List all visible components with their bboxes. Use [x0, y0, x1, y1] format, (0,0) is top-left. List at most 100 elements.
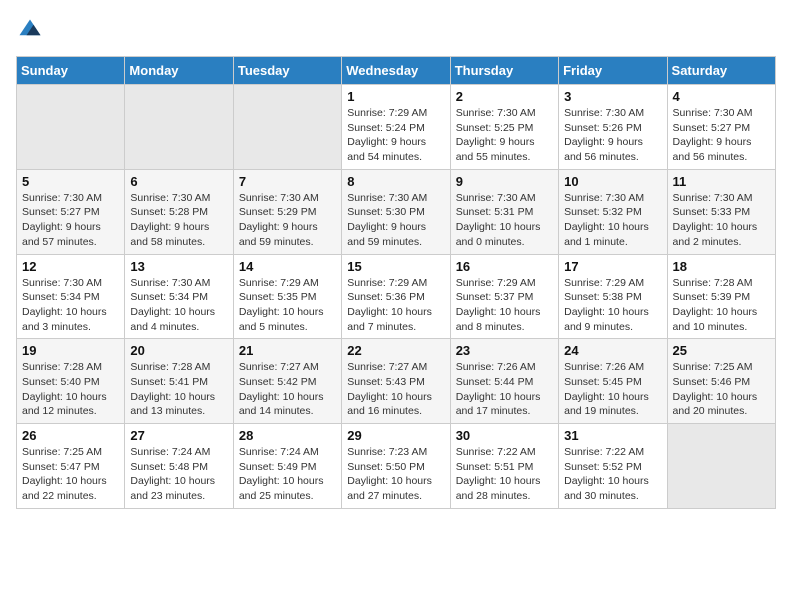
day-info: Sunrise: 7:24 AM Sunset: 5:48 PM Dayligh…	[130, 445, 227, 504]
day-info: Sunrise: 7:30 AM Sunset: 5:28 PM Dayligh…	[130, 191, 227, 250]
weekday-header-thursday: Thursday	[450, 57, 558, 85]
logo	[16, 16, 46, 44]
day-number: 3	[564, 89, 661, 104]
day-info: Sunrise: 7:22 AM Sunset: 5:51 PM Dayligh…	[456, 445, 553, 504]
calendar-cell: 31 Sunrise: 7:22 AM Sunset: 5:52 PM Dayli…	[559, 424, 667, 509]
calendar-cell: 24 Sunrise: 7:26 AM Sunset: 5:45 PM Dayli…	[559, 339, 667, 424]
calendar-week-3: 12 Sunrise: 7:30 AM Sunset: 5:34 PM Dayli…	[17, 254, 776, 339]
calendar-cell: 3 Sunrise: 7:30 AM Sunset: 5:26 PM Daylig…	[559, 85, 667, 170]
day-info: Sunrise: 7:26 AM Sunset: 5:44 PM Dayligh…	[456, 360, 553, 419]
calendar-header-row: SundayMondayTuesdayWednesdayThursdayFrid…	[17, 57, 776, 85]
calendar-cell: 6 Sunrise: 7:30 AM Sunset: 5:28 PM Daylig…	[125, 169, 233, 254]
calendar-cell: 11Sunrise: 7:30 AM Sunset: 5:33 PM Dayli…	[667, 169, 775, 254]
day-number: 17	[564, 259, 661, 274]
day-number: 28	[239, 428, 336, 443]
day-number: 29	[347, 428, 444, 443]
day-number: 18	[673, 259, 770, 274]
calendar-cell: 27 Sunrise: 7:24 AM Sunset: 5:48 PM Dayli…	[125, 424, 233, 509]
day-info: Sunrise: 7:27 AM Sunset: 5:42 PM Dayligh…	[239, 360, 336, 419]
day-info: Sunrise: 7:30 AM Sunset: 5:31 PM Dayligh…	[456, 191, 553, 250]
calendar-cell	[667, 424, 775, 509]
day-number: 14	[239, 259, 336, 274]
weekday-header-wednesday: Wednesday	[342, 57, 450, 85]
day-number: 31	[564, 428, 661, 443]
day-info: Sunrise: 7:30 AM Sunset: 5:30 PM Dayligh…	[347, 191, 444, 250]
calendar-cell: 28 Sunrise: 7:24 AM Sunset: 5:49 PM Dayli…	[233, 424, 341, 509]
calendar-cell: 12 Sunrise: 7:30 AM Sunset: 5:34 PM Dayli…	[17, 254, 125, 339]
day-info: Sunrise: 7:29 AM Sunset: 5:37 PM Dayligh…	[456, 276, 553, 335]
weekday-header-tuesday: Tuesday	[233, 57, 341, 85]
day-number: 6	[130, 174, 227, 189]
calendar-cell: 29 Sunrise: 7:23 AM Sunset: 5:50 PM Dayli…	[342, 424, 450, 509]
calendar-cell: 13 Sunrise: 7:30 AM Sunset: 5:34 PM Dayli…	[125, 254, 233, 339]
calendar-cell: 19 Sunrise: 7:28 AM Sunset: 5:40 PM Dayli…	[17, 339, 125, 424]
day-info: Sunrise: 7:30 AM Sunset: 5:32 PM Dayligh…	[564, 191, 661, 250]
calendar-cell: 15 Sunrise: 7:29 AM Sunset: 5:36 PM Dayli…	[342, 254, 450, 339]
day-info: Sunrise: 7:25 AM Sunset: 5:46 PM Dayligh…	[673, 360, 770, 419]
day-number: 10	[564, 174, 661, 189]
day-number: 23	[456, 343, 553, 358]
page-header	[16, 16, 776, 44]
calendar-cell: 26Sunrise: 7:25 AM Sunset: 5:47 PM Dayli…	[17, 424, 125, 509]
calendar-cell: 8Sunrise: 7:30 AM Sunset: 5:30 PM Daylig…	[342, 169, 450, 254]
calendar-cell: 22Sunrise: 7:27 AM Sunset: 5:43 PM Dayli…	[342, 339, 450, 424]
calendar-cell: 20 Sunrise: 7:28 AM Sunset: 5:41 PM Dayli…	[125, 339, 233, 424]
day-info: Sunrise: 7:30 AM Sunset: 5:26 PM Dayligh…	[564, 106, 661, 165]
calendar-cell: 14Sunrise: 7:29 AM Sunset: 5:35 PM Dayli…	[233, 254, 341, 339]
day-number: 20	[130, 343, 227, 358]
day-info: Sunrise: 7:22 AM Sunset: 5:52 PM Dayligh…	[564, 445, 661, 504]
day-info: Sunrise: 7:29 AM Sunset: 5:38 PM Dayligh…	[564, 276, 661, 335]
calendar-table: SundayMondayTuesdayWednesdayThursdayFrid…	[16, 56, 776, 509]
day-number: 12	[22, 259, 119, 274]
day-number: 24	[564, 343, 661, 358]
day-info: Sunrise: 7:27 AM Sunset: 5:43 PM Dayligh…	[347, 360, 444, 419]
day-info: Sunrise: 7:30 AM Sunset: 5:34 PM Dayligh…	[22, 276, 119, 335]
day-number: 4	[673, 89, 770, 104]
calendar-week-1: 1Sunrise: 7:29 AM Sunset: 5:24 PM Daylig…	[17, 85, 776, 170]
day-info: Sunrise: 7:30 AM Sunset: 5:27 PM Dayligh…	[22, 191, 119, 250]
day-number: 30	[456, 428, 553, 443]
calendar-cell: 10 Sunrise: 7:30 AM Sunset: 5:32 PM Dayli…	[559, 169, 667, 254]
calendar-cell: 7Sunrise: 7:30 AM Sunset: 5:29 PM Daylig…	[233, 169, 341, 254]
day-info: Sunrise: 7:29 AM Sunset: 5:36 PM Dayligh…	[347, 276, 444, 335]
day-number: 15	[347, 259, 444, 274]
calendar-cell: 9 Sunrise: 7:30 AM Sunset: 5:31 PM Daylig…	[450, 169, 558, 254]
day-number: 13	[130, 259, 227, 274]
calendar-cell	[125, 85, 233, 170]
day-info: Sunrise: 7:23 AM Sunset: 5:50 PM Dayligh…	[347, 445, 444, 504]
calendar-week-2: 5 Sunrise: 7:30 AM Sunset: 5:27 PM Daylig…	[17, 169, 776, 254]
day-number: 2	[456, 89, 553, 104]
weekday-header-friday: Friday	[559, 57, 667, 85]
weekday-header-monday: Monday	[125, 57, 233, 85]
day-info: Sunrise: 7:28 AM Sunset: 5:40 PM Dayligh…	[22, 360, 119, 419]
day-number: 1	[347, 89, 444, 104]
day-number: 5	[22, 174, 119, 189]
calendar-cell: 21 Sunrise: 7:27 AM Sunset: 5:42 PM Dayli…	[233, 339, 341, 424]
day-number: 19	[22, 343, 119, 358]
calendar-cell: 23 Sunrise: 7:26 AM Sunset: 5:44 PM Dayli…	[450, 339, 558, 424]
weekday-header-saturday: Saturday	[667, 57, 775, 85]
day-info: Sunrise: 7:28 AM Sunset: 5:41 PM Dayligh…	[130, 360, 227, 419]
day-info: Sunrise: 7:24 AM Sunset: 5:49 PM Dayligh…	[239, 445, 336, 504]
day-number: 25	[673, 343, 770, 358]
day-info: Sunrise: 7:26 AM Sunset: 5:45 PM Dayligh…	[564, 360, 661, 419]
calendar-cell: 5 Sunrise: 7:30 AM Sunset: 5:27 PM Daylig…	[17, 169, 125, 254]
day-number: 9	[456, 174, 553, 189]
day-number: 27	[130, 428, 227, 443]
calendar-week-5: 26Sunrise: 7:25 AM Sunset: 5:47 PM Dayli…	[17, 424, 776, 509]
logo-icon	[16, 16, 44, 44]
day-info: Sunrise: 7:30 AM Sunset: 5:29 PM Dayligh…	[239, 191, 336, 250]
weekday-header-sunday: Sunday	[17, 57, 125, 85]
calendar-cell	[233, 85, 341, 170]
calendar-cell: 2 Sunrise: 7:30 AM Sunset: 5:25 PM Daylig…	[450, 85, 558, 170]
calendar-cell: 18Sunrise: 7:28 AM Sunset: 5:39 PM Dayli…	[667, 254, 775, 339]
calendar-week-4: 19 Sunrise: 7:28 AM Sunset: 5:40 PM Dayli…	[17, 339, 776, 424]
calendar-cell	[17, 85, 125, 170]
day-info: Sunrise: 7:25 AM Sunset: 5:47 PM Dayligh…	[22, 445, 119, 504]
calendar-cell: 25 Sunrise: 7:25 AM Sunset: 5:46 PM Dayli…	[667, 339, 775, 424]
day-info: Sunrise: 7:30 AM Sunset: 5:34 PM Dayligh…	[130, 276, 227, 335]
day-number: 16	[456, 259, 553, 274]
day-number: 21	[239, 343, 336, 358]
calendar-cell: 17 Sunrise: 7:29 AM Sunset: 5:38 PM Dayli…	[559, 254, 667, 339]
day-info: Sunrise: 7:30 AM Sunset: 5:25 PM Dayligh…	[456, 106, 553, 165]
